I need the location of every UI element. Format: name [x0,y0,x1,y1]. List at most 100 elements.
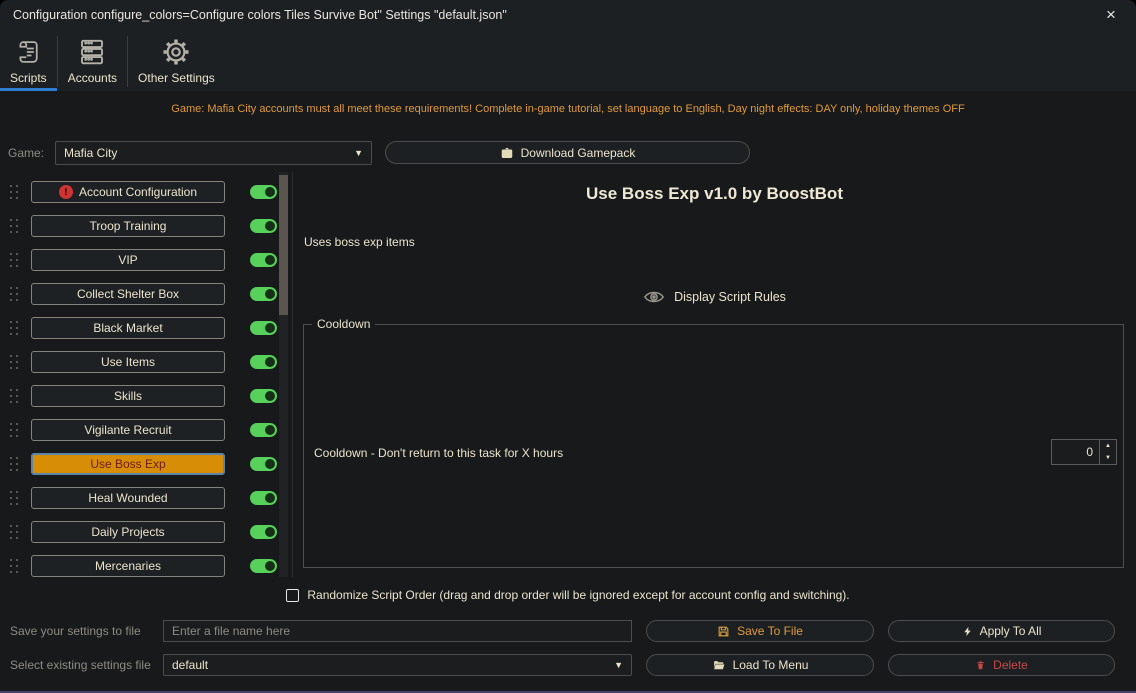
script-row: ! Collect Shelter Box [0,283,292,305]
script-toggle[interactable] [250,287,277,301]
apply-to-all-label: Apply To All [980,624,1042,638]
server-icon [77,36,107,68]
folder-icon [712,659,726,672]
display-script-rules-label: Display Script Rules [674,290,786,304]
load-to-menu-button[interactable]: Load To Menu [646,654,874,676]
script-list: ! Account Configuration ! Troop Training… [0,181,292,577]
sidebar-scrollbar-thumb[interactable] [279,175,288,315]
tab-scripts[interactable]: Scripts [0,30,57,91]
script-item-label: Vigilante Recruit [84,423,171,437]
script-item-label: Heal Wounded [88,491,167,505]
script-item-button[interactable]: ! Account Configuration [31,181,225,203]
scroll-icon [14,36,42,68]
tab-accounts[interactable]: Accounts [58,30,127,91]
script-toggle[interactable] [250,185,277,199]
script-toggle[interactable] [250,423,277,437]
script-item-button[interactable]: ! Daily Projects [31,521,225,543]
script-toggle[interactable] [250,389,277,403]
script-toggle[interactable] [250,321,277,335]
script-title: Use Boss Exp v1.0 by BoostBot [293,184,1136,204]
drag-handle-icon[interactable] [8,218,20,234]
drag-handle-icon[interactable] [8,388,20,404]
tab-label: Accounts [68,71,117,85]
script-item-label: Troop Training [90,219,167,233]
drag-handle-icon[interactable] [8,252,20,268]
randomize-checkbox[interactable] [286,589,299,602]
cooldown-spinner-arrows: ▲ ▼ [1100,439,1117,465]
script-row: ! Account Configuration [0,181,292,203]
game-select[interactable]: Mafia City ▼ [55,141,372,165]
spinner-up-icon[interactable]: ▲ [1100,440,1116,452]
script-item-button[interactable]: ! Troop Training [31,215,225,237]
script-item-button[interactable]: ! VIP [31,249,225,271]
sidebar-scrollbar-track[interactable] [279,172,288,577]
drag-handle-icon[interactable] [8,456,20,472]
script-toggle[interactable] [250,355,277,369]
script-item-label: Use Boss Exp [90,457,165,471]
script-item-button[interactable]: ! Use Boss Exp [31,453,225,475]
delete-button[interactable]: Delete [888,654,1115,676]
lightning-icon [962,625,973,638]
script-sidebar: ! Account Configuration ! Troop Training… [0,172,292,577]
script-row: ! Black Market [0,317,292,339]
save-to-file-button[interactable]: Save To File [646,620,874,642]
delete-label: Delete [993,658,1028,672]
script-row: ! Use Boss Exp [0,453,292,475]
drag-handle-icon[interactable] [8,422,20,438]
script-item-label: Use Items [101,355,155,369]
script-toggle[interactable] [250,253,277,267]
script-row: ! Daily Projects [0,521,292,543]
settings-file-select[interactable]: default ▼ [163,654,632,676]
warning-icon: ! [59,185,73,199]
script-toggle[interactable] [250,457,277,471]
script-item-button[interactable]: ! Use Items [31,351,225,373]
drag-handle-icon[interactable] [8,286,20,302]
tab-other-settings[interactable]: Other Settings [128,30,225,91]
tab-bar: Scripts Accounts [0,30,1136,91]
script-toggle[interactable] [250,525,277,539]
drag-handle-icon[interactable] [8,558,20,574]
display-script-rules-button[interactable]: Display Script Rules [293,288,1136,306]
file-name-input[interactable] [163,620,632,642]
download-gamepack-button[interactable]: Download Gamepack [385,141,750,164]
briefcase-icon [500,146,514,160]
script-item-button[interactable]: ! Vigilante Recruit [31,419,225,441]
cooldown-value-input[interactable]: 0 [1051,439,1100,465]
spinner-down-icon[interactable]: ▼ [1100,452,1116,464]
load-settings-row: Select existing settings file default ▼ … [0,654,1136,676]
script-item-label: Black Market [93,321,162,335]
drag-handle-icon[interactable] [8,354,20,370]
eye-icon [643,288,665,306]
close-icon[interactable]: × [1096,2,1126,28]
script-item-button[interactable]: ! Heal Wounded [31,487,225,509]
drag-handle-icon[interactable] [8,524,20,540]
game-requirements-warning: Game: Mafia City accounts must all meet … [0,103,1136,115]
script-toggle[interactable] [250,219,277,233]
script-item-button[interactable]: ! Collect Shelter Box [31,283,225,305]
download-gamepack-label: Download Gamepack [521,146,636,160]
window-title: Configuration configure_colors=Configure… [13,0,507,30]
script-item-button[interactable]: ! Mercenaries [31,555,225,577]
drag-handle-icon[interactable] [8,490,20,506]
trash-icon [975,659,986,671]
script-item-label: Mercenaries [95,559,161,573]
save-settings-row: Save your settings to file Save To File … [0,620,1136,642]
cooldown-spinner: 0 ▲ ▼ [1051,439,1117,465]
script-item-label: Skills [114,389,142,403]
script-row: ! Skills [0,385,292,407]
script-item-button[interactable]: ! Skills [31,385,225,407]
save-settings-label: Save your settings to file [10,620,141,642]
apply-to-all-button[interactable]: Apply To All [888,620,1115,642]
configuration-window: Configuration configure_colors=Configure… [0,0,1136,693]
cooldown-groupbox: Cooldown Cooldown - Don't return to this… [303,324,1124,568]
script-row: ! Troop Training [0,215,292,237]
script-row: ! Vigilante Recruit [0,419,292,441]
script-toggle[interactable] [250,559,277,573]
tab-label: Other Settings [138,71,215,85]
script-item-button[interactable]: ! Black Market [31,317,225,339]
script-toggle[interactable] [250,491,277,505]
game-label: Game: [8,140,44,166]
drag-handle-icon[interactable] [8,320,20,336]
drag-handle-icon[interactable] [8,184,20,200]
save-icon [717,625,730,638]
